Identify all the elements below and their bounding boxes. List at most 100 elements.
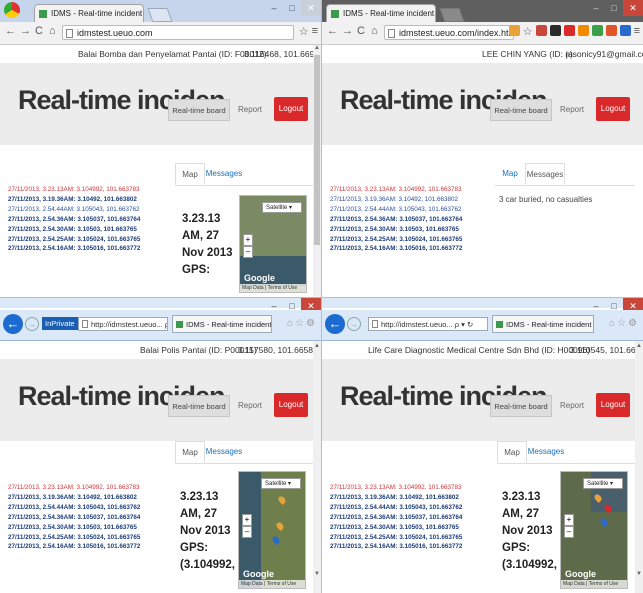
logout-button[interactable]: Logout: [596, 97, 630, 121]
extension-icon[interactable]: [591, 25, 603, 36]
forward-arrow-icon[interactable]: →: [342, 25, 353, 37]
browser-tab[interactable]: IDMS - Real-time incident u... ×: [492, 315, 594, 333]
scroll-up-arrow-icon[interactable]: ▲: [313, 45, 321, 51]
rss-icon[interactable]: [577, 25, 589, 36]
logout-button[interactable]: Logout: [596, 393, 630, 417]
incident-row[interactable]: 27/11/2013, 2.54.30AM: 3.10503, 101.6637…: [330, 225, 502, 235]
zoom-out-button[interactable]: –: [564, 526, 574, 538]
ie-toolbar-icons[interactable]: ⌂☆⚙: [287, 318, 317, 329]
close-window-button[interactable]: ✕: [301, 0, 321, 16]
realtime-board-button[interactable]: Real-time board: [168, 395, 230, 417]
incident-map[interactable]: Satellite ▾ + – Google Map Data | Terms …: [239, 195, 307, 293]
incident-row[interactable]: 27/11/2013, 2.54.16AM: 3.105016, 101.663…: [8, 244, 180, 254]
forward-arrow-icon[interactable]: →: [347, 317, 361, 331]
incident-row[interactable]: 27/11/2013, 2.54.36AM: 3.105037, 101.663…: [8, 215, 180, 225]
tab-map[interactable]: Map: [495, 163, 525, 185]
browser-tab[interactable]: IDMS - Real-time incident ×: [34, 4, 144, 22]
reload-icon[interactable]: C: [357, 25, 365, 37]
map-marker-icon[interactable]: [277, 495, 287, 505]
incident-map[interactable]: Satellite ▾ + – Google Map Data | Terms …: [560, 471, 628, 589]
zoom-in-button[interactable]: +: [242, 514, 252, 526]
back-arrow-icon[interactable]: ←: [325, 314, 345, 334]
tab-messages[interactable]: Messages: [205, 441, 243, 463]
report-link[interactable]: Report: [230, 99, 270, 121]
realtime-board-button[interactable]: Real-time board: [490, 99, 552, 121]
address-bar[interactable]: http://idmstest.ueuo... ρ ▾ ↻: [368, 317, 488, 331]
bookmark-star-icon[interactable]: ☆: [299, 25, 309, 38]
tab-map[interactable]: Map: [497, 441, 527, 463]
incident-map[interactable]: Satellite ▾ + – Google Map Data | Terms …: [238, 471, 306, 589]
extension-icon[interactable]: [563, 25, 575, 36]
zoom-in-button[interactable]: +: [243, 234, 253, 246]
incident-row[interactable]: 27/11/2013, 2.54.44AM: 3.105043, 101.663…: [8, 205, 180, 215]
zoom-in-button[interactable]: +: [564, 514, 574, 526]
maximize-button[interactable]: □: [605, 0, 623, 16]
browser-tab[interactable]: IDMS - Real-time incident u... ×: [172, 315, 272, 333]
back-arrow-icon[interactable]: ←: [3, 314, 23, 334]
scroll-down-arrow-icon[interactable]: ▼: [313, 571, 321, 577]
back-arrow-icon[interactable]: ←: [327, 25, 338, 37]
incident-row[interactable]: 27/11/2013, 3.23.13AM: 3.104992, 101.663…: [330, 483, 502, 493]
extension-icon[interactable]: [535, 25, 547, 36]
map-marker-icon[interactable]: [271, 535, 281, 545]
incident-row[interactable]: 27/11/2013, 3.23.13AM: 3.104992, 101.663…: [8, 483, 180, 493]
map-marker-icon[interactable]: [599, 517, 609, 527]
zoom-out-button[interactable]: –: [242, 526, 252, 538]
address-bar[interactable]: http://idmstest.ueuo... ρ ▾ ↻: [78, 317, 168, 331]
incident-row[interactable]: 27/11/2013, 2.54.30AM: 3.10503, 101.6637…: [8, 225, 180, 235]
minimize-button[interactable]: –: [587, 0, 605, 16]
menu-icon[interactable]: ≡: [312, 25, 318, 38]
incident-row[interactable]: 27/11/2013, 3.23.13AM: 3.104992, 101.663…: [330, 185, 502, 195]
address-bar[interactable]: idmstest.ueuo.com/index.html: [384, 25, 514, 40]
incident-row[interactable]: 27/11/2013, 3.19.36AM: 3.10492, 101.6638…: [330, 195, 502, 205]
realtime-board-button[interactable]: Real-time board: [490, 395, 552, 417]
browser-tab[interactable]: IDMS - Real-time incident ×: [326, 4, 436, 22]
forward-arrow-icon[interactable]: →: [20, 25, 31, 37]
scroll-thumb[interactable]: [314, 55, 320, 245]
forward-arrow-icon[interactable]: →: [25, 317, 39, 331]
scroll-up-arrow-icon[interactable]: ▲: [635, 343, 643, 349]
bookmark-star-icon[interactable]: ☆: [523, 25, 533, 38]
incident-row[interactable]: 27/11/2013, 2.54.25AM: 3.105024, 101.663…: [330, 235, 502, 245]
scroll-up-arrow-icon[interactable]: ▲: [313, 343, 321, 349]
incident-row[interactable]: 27/11/2013, 2.54.44AM: 3.105043, 101.663…: [330, 503, 502, 513]
map-type-select[interactable]: Satellite ▾: [262, 202, 302, 213]
minimize-button[interactable]: –: [265, 0, 283, 16]
map-type-select[interactable]: Satellite ▾: [261, 478, 301, 489]
report-link[interactable]: Report: [230, 395, 270, 417]
incident-row[interactable]: 27/11/2013, 3.19.36AM: 3.10492, 101.6638…: [8, 493, 180, 503]
scroll-down-arrow-icon[interactable]: ▼: [635, 571, 643, 577]
tab-map[interactable]: Map: [175, 163, 205, 185]
new-tab-button[interactable]: [439, 8, 465, 22]
realtime-board-button[interactable]: Real-time board: [168, 99, 230, 121]
tab-map[interactable]: Map: [175, 441, 205, 463]
home-icon[interactable]: ⌂: [371, 25, 378, 37]
zoom-out-button[interactable]: –: [243, 246, 253, 258]
tab-messages[interactable]: Messages: [527, 441, 565, 463]
extension-icon[interactable]: [549, 25, 561, 36]
tab-messages[interactable]: Messages: [525, 163, 565, 185]
incident-row[interactable]: 27/11/2013, 2.54.16AM: 3.105016, 101.663…: [8, 542, 180, 552]
incident-row[interactable]: 27/11/2013, 2.54.30AM: 3.10503, 101.6637…: [8, 523, 180, 533]
extension-icon[interactable]: [619, 25, 631, 36]
incident-row[interactable]: 27/11/2013, 3.19.36AM: 3.10492, 101.6638…: [8, 195, 180, 205]
incident-row[interactable]: 27/11/2013, 2.54.16AM: 3.105016, 101.663…: [330, 244, 502, 254]
ie-toolbar-icons[interactable]: ⌂☆⚙: [609, 318, 639, 329]
map-marker-icon[interactable]: [275, 521, 285, 531]
report-link[interactable]: Report: [552, 395, 592, 417]
incident-row[interactable]: 27/11/2013, 2.54.36AM: 3.105037, 101.663…: [8, 513, 180, 523]
back-arrow-icon[interactable]: ←: [5, 25, 16, 37]
incident-row[interactable]: 27/11/2013, 3.23.13AM: 3.104992, 101.663…: [8, 185, 180, 195]
extension-icon[interactable]: [508, 25, 520, 36]
incident-row[interactable]: 27/11/2013, 2.54.25AM: 3.105024, 101.663…: [8, 533, 180, 543]
incident-row[interactable]: 27/11/2013, 2.54.25AM: 3.105024, 101.663…: [330, 533, 502, 543]
report-link[interactable]: Report: [552, 99, 592, 121]
menu-icon[interactable]: ≡: [634, 25, 640, 38]
address-bar[interactable]: idmstest.ueuo.com: [62, 25, 294, 40]
tab-messages[interactable]: Messages: [205, 163, 243, 185]
close-window-button[interactable]: ✕: [623, 0, 643, 16]
incident-row[interactable]: 27/11/2013, 3.19.36AM: 3.10492, 101.6638…: [330, 493, 502, 503]
maximize-button[interactable]: □: [283, 0, 301, 16]
logout-button[interactable]: Logout: [274, 393, 308, 417]
incident-row[interactable]: 27/11/2013, 2.54.16AM: 3.105016, 101.663…: [330, 542, 502, 552]
